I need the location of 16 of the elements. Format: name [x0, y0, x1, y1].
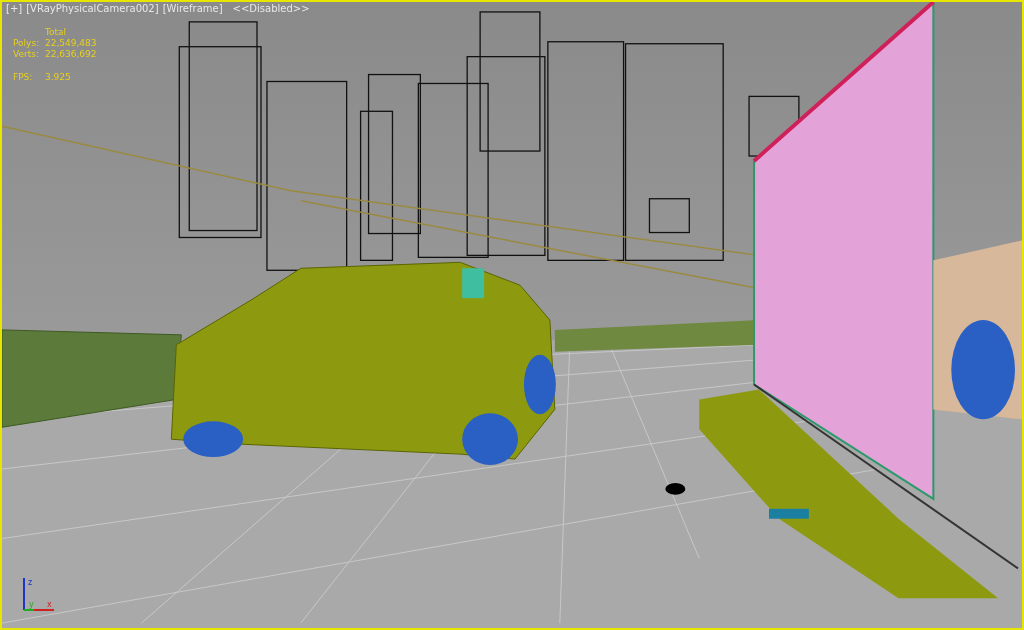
viewport-menu-label[interactable]: [+]	[6, 3, 23, 14]
axis-tripod-icon	[23, 577, 55, 611]
stat-label: Verts:	[13, 49, 40, 59]
stat-value: 22,549,483	[45, 38, 97, 48]
viewport-menu-label[interactable]: [VRayPhysicalCamera002]	[26, 3, 159, 14]
viewport-menu-label[interactable]: <<Disabled>>	[232, 3, 310, 14]
y-axis-label: y	[29, 600, 34, 609]
stat-value: 22,636,692	[45, 49, 97, 59]
stat-label: FPS:	[13, 72, 34, 82]
viewport[interactable]: [+] [VRayPhysicalCamera002] [Wireframe] <<Disabled>> Total Polys: 22,549,483 Verts: 22,636,692 FPS: 3.925 z y x	[0, 0, 1024, 630]
stats-header: Total	[45, 27, 68, 37]
stat-label: Polys:	[13, 38, 41, 48]
stat-value: 3.925	[45, 72, 71, 82]
viewport-menu-label[interactable]: [Wireframe]	[162, 3, 223, 14]
x-axis-label: x	[47, 600, 52, 609]
z-axis-label: z	[28, 578, 33, 587]
